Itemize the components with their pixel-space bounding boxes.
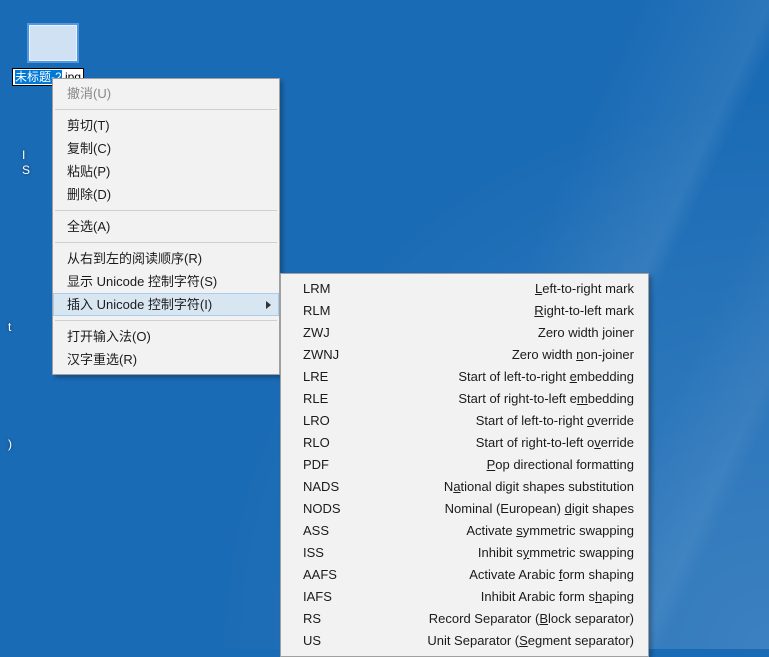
menu-delete[interactable]: 删除(D) [53,183,279,206]
submenu-arrow-icon [266,301,271,309]
menu-separator [55,210,277,211]
menu-insert-unicode-controls[interactable]: 插入 Unicode 控制字符(I) [53,293,279,316]
submenu-description: Start of right-to-left override [373,434,634,452]
submenu-description: Record Separator (Block separator) [373,610,634,628]
submenu-description: Unit Separator (Segment separator) [373,632,634,650]
submenu-description: Right-to-left mark [373,302,634,320]
menu-separator [55,109,277,110]
submenu-code: PDF [303,456,373,474]
submenu-code: RS [303,610,373,628]
menu-reconvert[interactable]: 汉字重选(R) [53,348,279,371]
submenu-item-zwj[interactable]: ZWJZero width joiner [281,322,648,344]
desktop-text-fragment: S [22,163,30,177]
desktop-text-fragment: t [8,320,18,334]
submenu-item-ass[interactable]: ASSActivate symmetric swapping [281,520,648,542]
submenu-description: Zero width joiner [373,324,634,342]
submenu-description: Activate symmetric swapping [373,522,634,540]
submenu-item-rle[interactable]: RLEStart of right-to-left embedding [281,388,648,410]
submenu-item-lre[interactable]: LREStart of left-to-right embedding [281,366,648,388]
submenu-code: ZWJ [303,324,373,342]
submenu-description: Left-to-right mark [373,280,634,298]
file-thumbnail[interactable] [29,25,77,61]
menu-separator [55,320,277,321]
submenu-description: Inhibit Arabic form shaping [373,588,634,606]
desktop-icon[interactable] [18,25,88,65]
submenu-item-iss[interactable]: ISSInhibit symmetric swapping [281,542,648,564]
submenu-code: AAFS [303,566,373,584]
desktop-text-fragment: ) [8,437,18,451]
menu-copy[interactable]: 复制(C) [53,137,279,160]
submenu-code: LRE [303,368,373,386]
submenu-item-iafs[interactable]: IAFSInhibit Arabic form shaping [281,586,648,608]
submenu-description: Start of right-to-left embedding [373,390,634,408]
submenu-description: Zero width non-joiner [373,346,634,364]
submenu-code: ISS [303,544,373,562]
submenu-code: RLM [303,302,373,320]
submenu-item-nods[interactable]: NODSNominal (European) digit shapes [281,498,648,520]
submenu-description: Start of left-to-right embedding [373,368,634,386]
submenu-item-zwnj[interactable]: ZWNJZero width non-joiner [281,344,648,366]
menu-rtl-reading[interactable]: 从右到左的阅读顺序(R) [53,247,279,270]
submenu-item-rs[interactable]: RSRecord Separator (Block separator) [281,608,648,630]
submenu-description: Nominal (European) digit shapes [373,500,634,518]
menu-open-ime[interactable]: 打开输入法(O) [53,325,279,348]
submenu-item-rlm[interactable]: RLMRight-to-left mark [281,300,648,322]
submenu-description: National digit shapes substitution [373,478,634,496]
submenu-code: RLE [303,390,373,408]
submenu-code: IAFS [303,588,373,606]
menu-show-unicode-controls[interactable]: 显示 Unicode 控制字符(S) [53,270,279,293]
submenu-item-rlo[interactable]: RLOStart of right-to-left override [281,432,648,454]
context-menu: 撤消(U) 剪切(T) 复制(C) 粘贴(P) 删除(D) 全选(A) 从右到左… [52,78,280,375]
submenu-description: Pop directional formatting [373,456,634,474]
submenu-description: Activate Arabic form shaping [373,566,634,584]
submenu-code: ASS [303,522,373,540]
submenu-code: LRM [303,280,373,298]
unicode-control-submenu: LRMLeft-to-right markRLMRight-to-left ma… [280,273,649,657]
submenu-code: ZWNJ [303,346,373,364]
submenu-item-lrm[interactable]: LRMLeft-to-right mark [281,278,648,300]
submenu-code: RLO [303,434,373,452]
menu-select-all[interactable]: 全选(A) [53,215,279,238]
submenu-code: NODS [303,500,373,518]
submenu-item-lro[interactable]: LROStart of left-to-right override [281,410,648,432]
menu-cut[interactable]: 剪切(T) [53,114,279,137]
submenu-code: US [303,632,373,650]
submenu-item-pdf[interactable]: PDFPop directional formatting [281,454,648,476]
submenu-code: NADS [303,478,373,496]
submenu-description: Start of left-to-right override [373,412,634,430]
submenu-code: LRO [303,412,373,430]
menu-paste[interactable]: 粘贴(P) [53,160,279,183]
submenu-item-nads[interactable]: NADSNational digit shapes substitution [281,476,648,498]
submenu-description: Inhibit symmetric swapping [373,544,634,562]
desktop-text-fragment: I [22,148,25,162]
menu-undo[interactable]: 撤消(U) [53,82,279,105]
menu-separator [55,242,277,243]
submenu-item-aafs[interactable]: AAFSActivate Arabic form shaping [281,564,648,586]
menu-item-label: 插入 Unicode 控制字符(I) [67,297,212,312]
